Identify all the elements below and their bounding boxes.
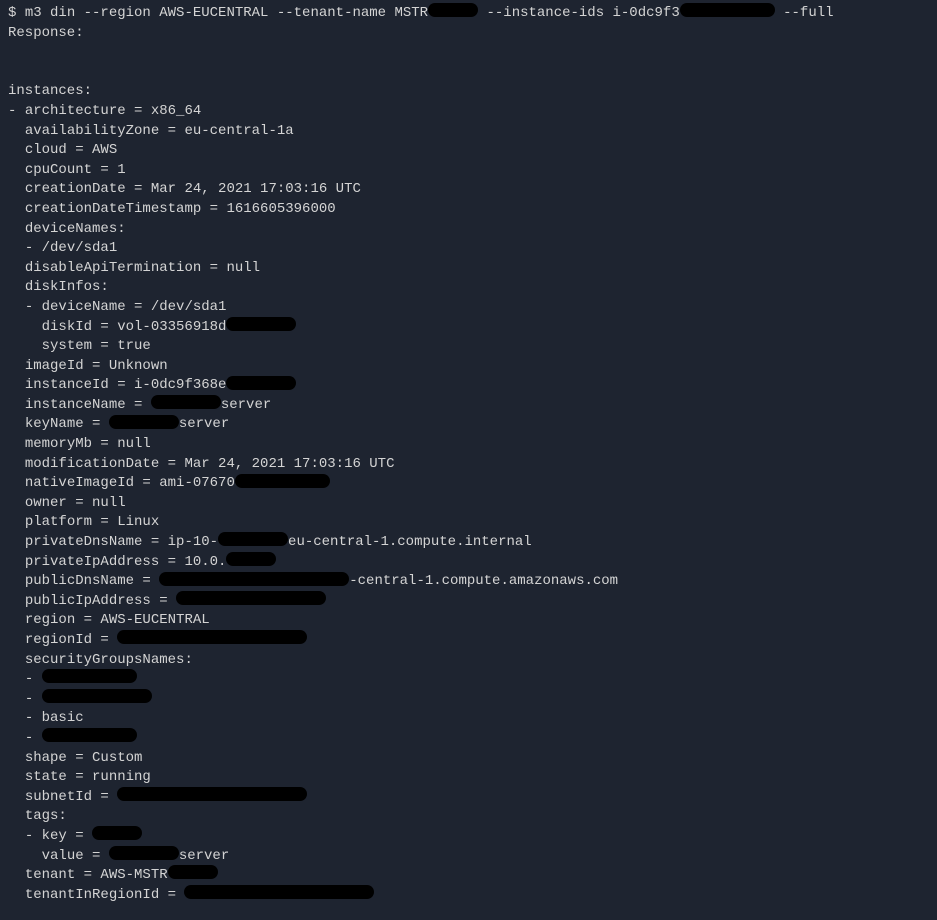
redacted-public-dns [159,572,349,586]
disk-infos-header: diskInfos: [8,278,929,298]
tag-value-line: value = server [8,847,929,867]
owner-line: owner = null [8,494,929,514]
private-dns-line: privateDnsName = ip-10-eu-central-1.comp… [8,533,929,553]
security-group-item: - [8,690,929,710]
redacted-private-dns [218,532,288,546]
tenant-in-region-line: tenantInRegionId = [8,886,929,906]
redacted-instance-name [151,395,221,409]
security-groups-header: securityGroupsNames: [8,651,929,671]
key-name-line: keyName = server [8,415,929,435]
redacted-tenant-name [168,865,218,879]
security-group-basic: - basic [8,709,929,729]
redacted-sg-1 [42,669,137,683]
creation-timestamp-line: creationDateTimestamp = 1616605396000 [8,200,929,220]
private-ip-line: privateIpAddress = 10.0. [8,553,929,573]
command-line: $ m3 din --region AWS-EUCENTRAL --tenant… [8,4,929,24]
native-image-id-line: nativeImageId = ami-07670 [8,474,929,494]
public-ip-line: publicIpAddress = [8,592,929,612]
modification-date-line: modificationDate = Mar 24, 2021 17:03:16… [8,455,929,475]
redacted-tenant-region [184,885,374,899]
availability-zone-line: availabilityZone = eu-central-1a [8,122,929,142]
redacted-sg-4 [42,728,137,742]
command-text-1: m3 din --region AWS-EUCENTRAL --tenant-n… [25,5,428,21]
disk-device-name-line: - deviceName = /dev/sda1 [8,298,929,318]
public-dns-line: publicDnsName = -central-1.compute.amazo… [8,572,929,592]
tag-key-line: - key = [8,827,929,847]
redacted-tag-value [109,846,179,860]
disk-id-line: diskId = vol-03356918d [8,318,929,338]
device-name-item: - /dev/sda1 [8,239,929,259]
architecture-line: - architecture = x86_64 [8,102,929,122]
region-id-line: regionId = [8,631,929,651]
blank-line [8,63,929,83]
redacted-private-ip [226,552,276,566]
redacted-tag-key [92,826,142,840]
device-names-header: deviceNames: [8,220,929,240]
disable-api-line: disableApiTermination = null [8,259,929,279]
security-group-item: - [8,729,929,749]
redacted-instance-id-full [226,376,296,390]
state-line: state = running [8,768,929,788]
region-line: region = AWS-EUCENTRAL [8,611,929,631]
tags-header: tags: [8,807,929,827]
memory-line: memoryMb = null [8,435,929,455]
disk-system-line: system = true [8,337,929,357]
redacted-sg-2 [42,689,152,703]
platform-line: platform = Linux [8,513,929,533]
prompt-symbol: $ [8,5,16,21]
instance-id-line: instanceId = i-0dc9f368e [8,376,929,396]
redacted-subnet [117,787,307,801]
command-text-3: --full [783,5,833,21]
security-group-item: - [8,670,929,690]
redacted-key-name [109,415,179,429]
creation-date-line: creationDate = Mar 24, 2021 17:03:16 UTC [8,180,929,200]
cpu-count-line: cpuCount = 1 [8,161,929,181]
instance-name-line: instanceName = server [8,396,929,416]
response-label: Response: [8,24,929,44]
redacted-ami [235,474,330,488]
redacted-tenant [428,3,478,17]
redacted-public-ip [176,591,326,605]
redacted-disk-id [226,317,296,331]
command-text-2: --instance-ids i-0dc9f3 [486,5,679,21]
tenant-line: tenant = AWS-MSTR [8,866,929,886]
subnet-id-line: subnetId = [8,788,929,808]
instances-header: instances: [8,82,929,102]
shape-line: shape = Custom [8,749,929,769]
terminal-output: $ m3 din --region AWS-EUCENTRAL --tenant… [8,4,929,905]
image-id-line: imageId = Unknown [8,357,929,377]
redacted-region-id [117,630,307,644]
cloud-line: cloud = AWS [8,141,929,161]
redacted-instance-id [680,3,775,17]
blank-line [8,43,929,63]
